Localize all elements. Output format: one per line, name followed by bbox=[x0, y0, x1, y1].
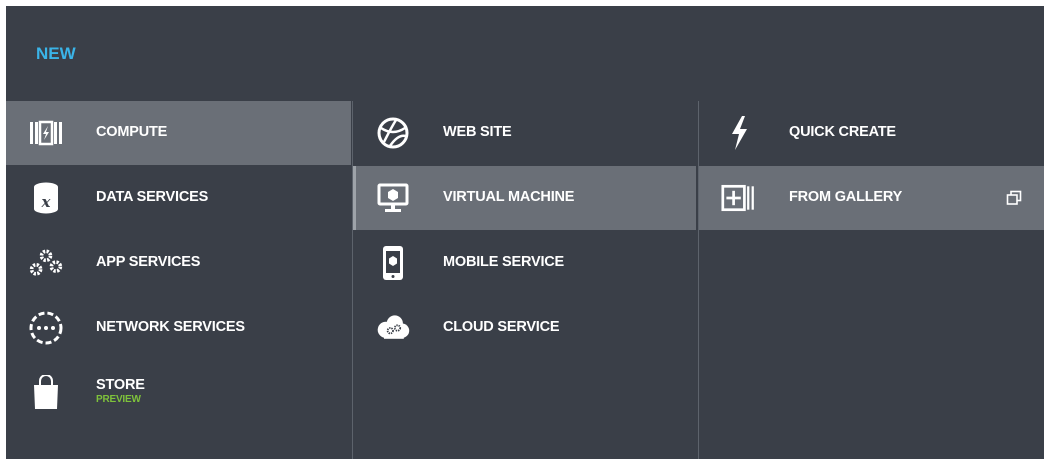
menu-item-label: VIRTUAL MACHINE bbox=[443, 189, 575, 205]
cloud-service-icon bbox=[375, 310, 411, 346]
popout-icon[interactable] bbox=[1006, 190, 1022, 206]
menu-item-store[interactable]: STORE PREVIEW bbox=[6, 361, 351, 425]
web-site-icon bbox=[375, 115, 411, 151]
menu-item-from-gallery[interactable]: FROM GALLERY bbox=[699, 166, 1044, 230]
category-column: COMPUTE x DATA SERVICES APP SERVICES NET… bbox=[6, 101, 351, 459]
menu-item-cloud-service[interactable]: CLOUD SERVICE bbox=[353, 296, 696, 360]
menu-item-label: DATA SERVICES bbox=[96, 189, 209, 205]
menu-item-quick-create[interactable]: QUICK CREATE bbox=[699, 101, 1044, 165]
menu-item-label: MOBILE SERVICE bbox=[443, 254, 565, 270]
menu-item-label: APP SERVICES bbox=[96, 254, 201, 270]
new-panel: NEW COMPUTE x DATA SERVICES APP SERVICES… bbox=[6, 6, 1044, 459]
menu-item-app-services[interactable]: APP SERVICES bbox=[6, 231, 351, 295]
menu-item-label: NETWORK SERVICES bbox=[96, 319, 245, 335]
menu-item-virtual-machine[interactable]: VIRTUAL MACHINE bbox=[353, 166, 696, 230]
menu-item-network-services[interactable]: NETWORK SERVICES bbox=[6, 296, 351, 360]
preview-badge: PREVIEW bbox=[96, 394, 141, 405]
gallery-icon bbox=[721, 180, 757, 216]
menu-item-label: QUICK CREATE bbox=[789, 124, 896, 140]
network-services-icon bbox=[28, 310, 64, 346]
service-column: WEB SITE VIRTUAL MACHINE MOBILE SERVICE … bbox=[353, 101, 696, 459]
menu-item-data-services[interactable]: x DATA SERVICES bbox=[6, 166, 351, 230]
menu-item-web-site[interactable]: WEB SITE bbox=[353, 101, 696, 165]
menu-item-label: FROM GALLERY bbox=[789, 189, 903, 205]
menu-item-label: COMPUTE bbox=[96, 124, 168, 140]
data-services-icon: x bbox=[28, 180, 64, 216]
menu-item-compute[interactable]: COMPUTE bbox=[6, 101, 351, 165]
menu-columns: COMPUTE x DATA SERVICES APP SERVICES NET… bbox=[6, 101, 1044, 459]
panel-title: NEW bbox=[36, 44, 76, 63]
menu-item-label: STORE bbox=[96, 377, 145, 393]
mobile-service-icon bbox=[375, 245, 411, 281]
menu-item-label: CLOUD SERVICE bbox=[443, 319, 560, 335]
lightning-icon bbox=[721, 115, 757, 151]
app-services-icon bbox=[28, 245, 64, 281]
compute-icon bbox=[28, 115, 64, 151]
store-icon bbox=[28, 375, 64, 411]
svg-text:x: x bbox=[41, 193, 52, 211]
menu-item-label: WEB SITE bbox=[443, 124, 512, 140]
option-column: QUICK CREATE FROM GALLERY bbox=[699, 101, 1044, 459]
menu-item-mobile-service[interactable]: MOBILE SERVICE bbox=[353, 231, 696, 295]
virtual-machine-icon bbox=[375, 180, 411, 216]
